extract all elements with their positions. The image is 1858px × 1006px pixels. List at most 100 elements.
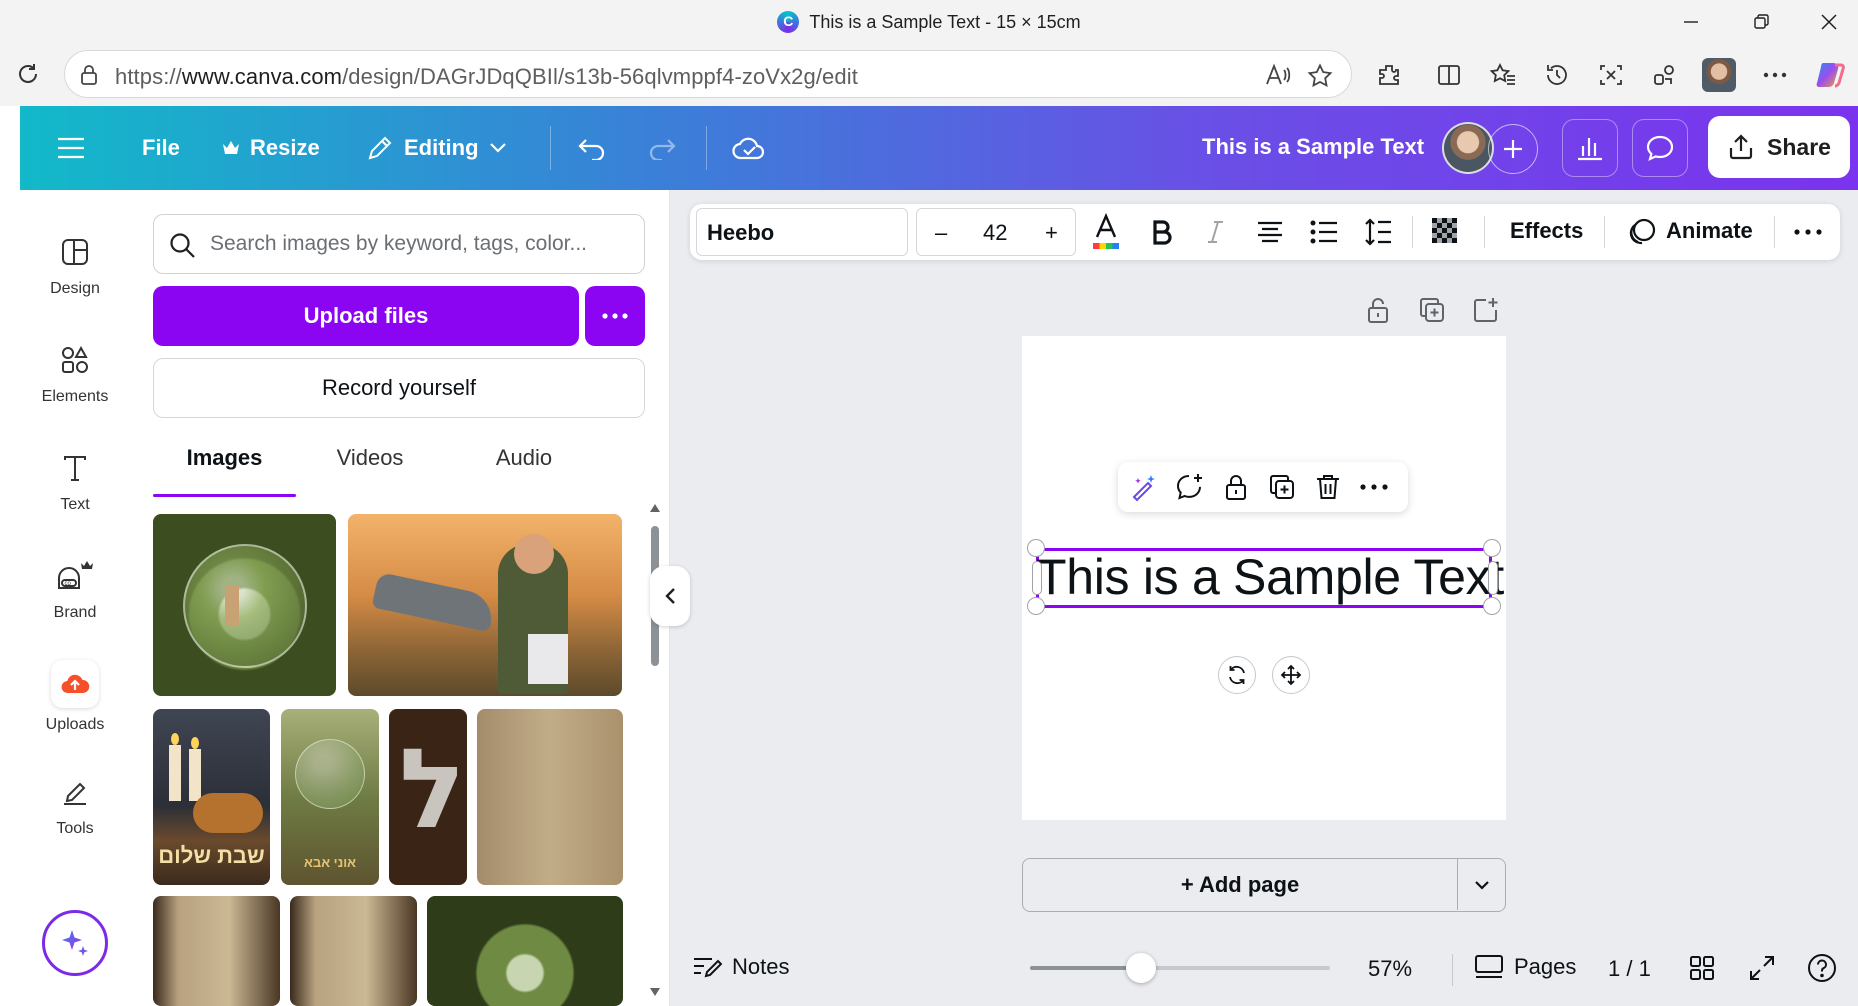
image-thumbnail-globe-village[interactable] bbox=[153, 514, 336, 696]
file-menu-button[interactable]: File bbox=[142, 106, 180, 190]
notes-button[interactable]: Notes bbox=[692, 954, 789, 980]
resize-handle-top-right[interactable] bbox=[1483, 539, 1501, 557]
rotate-handle-icon[interactable] bbox=[1218, 656, 1256, 694]
sidebar-item-tools[interactable]: Tools bbox=[20, 752, 130, 852]
search-input[interactable] bbox=[210, 227, 630, 261]
url-text[interactable]: https://www.canva.com/design/DAGrJDqQBIl… bbox=[115, 64, 858, 90]
lock-page-icon[interactable] bbox=[1360, 292, 1396, 328]
resize-handle-bottom-left[interactable] bbox=[1027, 597, 1045, 615]
align-center-icon[interactable] bbox=[1250, 212, 1290, 252]
invite-add-button[interactable] bbox=[1488, 124, 1538, 174]
font-family-select[interactable]: Heebo bbox=[696, 208, 908, 256]
element-more-icon[interactable] bbox=[1358, 471, 1390, 503]
image-thumbnail-frame-2[interactable] bbox=[290, 896, 417, 1006]
pages-icon bbox=[1474, 954, 1504, 980]
upload-files-button[interactable]: Upload files bbox=[153, 286, 579, 346]
restore-button[interactable] bbox=[1738, 6, 1784, 38]
close-window-button[interactable] bbox=[1806, 6, 1852, 38]
animate-icon[interactable] bbox=[1622, 212, 1662, 252]
tab-audio[interactable]: Audio bbox=[450, 445, 598, 491]
more-options-icon[interactable] bbox=[1756, 56, 1794, 94]
image-thumbnail-shabbat[interactable]: שבת שלום bbox=[153, 709, 270, 885]
collaborator-avatar[interactable] bbox=[1442, 122, 1494, 174]
image-thumbnail-globe-3[interactable] bbox=[427, 896, 623, 1006]
reload-button[interactable] bbox=[8, 54, 48, 94]
zoom-slider-knob[interactable] bbox=[1126, 953, 1156, 983]
transparency-icon[interactable] bbox=[1426, 212, 1466, 252]
lock-element-icon[interactable] bbox=[1220, 471, 1252, 503]
image-thumbnail-texture[interactable] bbox=[477, 709, 623, 885]
pages-button[interactable]: Pages bbox=[1474, 954, 1576, 980]
text-color-icon[interactable] bbox=[1086, 212, 1126, 252]
canvas-text-element[interactable]: This is a Sample Text bbox=[1036, 548, 1504, 608]
delete-element-icon[interactable] bbox=[1312, 471, 1344, 503]
resize-handle-right[interactable] bbox=[1488, 561, 1498, 595]
favorite-star-icon[interactable] bbox=[1307, 63, 1333, 89]
design-title[interactable]: This is a Sample Text bbox=[1202, 134, 1424, 160]
split-screen-icon[interactable] bbox=[1430, 56, 1468, 94]
image-thumbnail-letter[interactable]: ל bbox=[389, 709, 467, 885]
add-page-dropdown-button[interactable] bbox=[1457, 859, 1505, 910]
record-yourself-button[interactable]: Record yourself bbox=[153, 358, 645, 418]
read-aloud-icon[interactable] bbox=[1265, 63, 1291, 87]
redo-button[interactable] bbox=[646, 106, 678, 190]
extensions-icon[interactable] bbox=[1370, 56, 1408, 94]
help-icon[interactable] bbox=[1806, 952, 1838, 984]
sidebar-item-elements[interactable]: Elements bbox=[20, 320, 130, 420]
sidebar-item-text[interactable]: Text bbox=[20, 428, 130, 528]
favorites-icon[interactable] bbox=[1484, 56, 1522, 94]
tab-videos[interactable]: Videos bbox=[296, 445, 444, 491]
decrease-font-size-button[interactable]: – bbox=[935, 220, 947, 246]
address-bar[interactable]: https://www.canva.com/design/DAGrJDqQBIl… bbox=[64, 50, 1352, 98]
copilot-extension-icon[interactable] bbox=[1646, 56, 1684, 94]
editing-mode-button[interactable]: Editing bbox=[366, 106, 507, 190]
line-spacing-icon[interactable] bbox=[1358, 212, 1398, 252]
insights-button[interactable] bbox=[1562, 119, 1618, 177]
bold-icon[interactable] bbox=[1142, 212, 1182, 252]
search-field[interactable] bbox=[153, 214, 645, 274]
resize-button[interactable]: Resize bbox=[222, 106, 320, 190]
profile-avatar[interactable] bbox=[1700, 56, 1738, 94]
fullscreen-icon[interactable] bbox=[1748, 954, 1776, 982]
more-icon[interactable] bbox=[1788, 212, 1828, 252]
add-page-button[interactable]: + Add page bbox=[1023, 872, 1457, 898]
image-thumbnail-soldier[interactable] bbox=[348, 514, 622, 696]
minimize-button[interactable] bbox=[1668, 6, 1714, 38]
duplicate-page-icon[interactable] bbox=[1414, 292, 1450, 328]
image-thumbnail-frame-1[interactable] bbox=[153, 896, 280, 1006]
resize-handle-top-left[interactable] bbox=[1027, 539, 1045, 557]
comments-button[interactable] bbox=[1632, 119, 1688, 177]
magic-write-icon[interactable] bbox=[1128, 471, 1160, 503]
add-comment-icon[interactable] bbox=[1174, 471, 1206, 503]
screenshot-icon[interactable] bbox=[1592, 56, 1630, 94]
undo-button[interactable] bbox=[576, 106, 608, 190]
italic-icon[interactable] bbox=[1196, 212, 1236, 252]
history-icon[interactable] bbox=[1538, 56, 1576, 94]
add-page-icon[interactable] bbox=[1468, 292, 1504, 328]
font-size-input[interactable]: 42 bbox=[983, 220, 1007, 246]
animate-button[interactable]: Animate bbox=[1666, 218, 1753, 244]
main-menu-button[interactable] bbox=[56, 106, 86, 190]
image-thumbnail-globe-2[interactable]: אוני אבא bbox=[281, 709, 379, 885]
magic-sparkle-button[interactable] bbox=[42, 910, 108, 976]
sidebar-item-design[interactable]: Design bbox=[20, 212, 130, 312]
increase-font-size-button[interactable]: + bbox=[1045, 220, 1058, 246]
notes-icon bbox=[692, 954, 722, 980]
duplicate-element-icon[interactable] bbox=[1266, 471, 1298, 503]
share-button[interactable]: Share bbox=[1708, 116, 1850, 178]
share-upload-icon bbox=[1727, 133, 1755, 161]
sidebar-item-brand[interactable]: co Brand bbox=[20, 536, 130, 636]
cloud-saved-icon[interactable] bbox=[732, 106, 766, 190]
grid-view-icon[interactable] bbox=[1688, 954, 1716, 982]
resize-handle-left[interactable] bbox=[1032, 561, 1042, 595]
resize-handle-bottom-right[interactable] bbox=[1483, 597, 1501, 615]
sidebar-item-uploads[interactable]: Uploads bbox=[20, 644, 130, 744]
move-handle-icon[interactable] bbox=[1272, 656, 1310, 694]
collapse-panel-button[interactable] bbox=[650, 566, 690, 626]
effects-button[interactable]: Effects bbox=[1510, 218, 1583, 244]
upload-more-options-button[interactable] bbox=[585, 286, 645, 346]
copilot-icon[interactable] bbox=[1812, 56, 1850, 94]
bulleted-list-icon[interactable] bbox=[1304, 212, 1344, 252]
zoom-percentage[interactable]: 57% bbox=[1368, 956, 1412, 982]
tab-images[interactable]: Images bbox=[153, 445, 296, 497]
